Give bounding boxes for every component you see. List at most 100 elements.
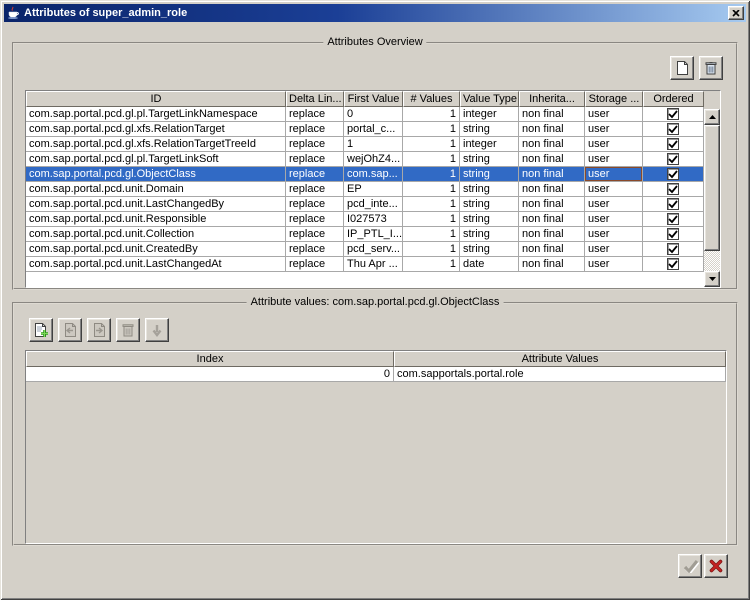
values-column-header-2[interactable]: Attribute Values: [394, 351, 726, 367]
cell-delta_link[interactable]: replace: [286, 137, 344, 152]
cell-delta_link[interactable]: replace: [286, 122, 344, 137]
cell-ordered[interactable]: [643, 197, 704, 212]
ordered-checkbox[interactable]: [667, 138, 679, 150]
ordered-checkbox[interactable]: [667, 183, 679, 195]
cell-ordered[interactable]: [643, 137, 704, 152]
ordered-checkbox[interactable]: [667, 108, 679, 120]
ordered-checkbox[interactable]: [667, 168, 679, 180]
column-header-5[interactable]: Value Type: [460, 91, 519, 107]
cell-inheritance[interactable]: non final: [519, 227, 585, 242]
column-header-4[interactable]: # Values: [403, 91, 460, 107]
cell-ordered[interactable]: [643, 167, 704, 182]
attribute-row[interactable]: com.sap.portal.pcd.gl.ObjectClassreplace…: [26, 167, 704, 182]
cell-num_values[interactable]: 1: [403, 182, 460, 197]
titlebar[interactable]: Attributes of super_admin_role: [4, 4, 746, 22]
cell-index[interactable]: 0: [26, 367, 394, 382]
cell-storage[interactable]: user: [585, 257, 643, 272]
cell-value_type[interactable]: string: [460, 152, 519, 167]
attribute-row[interactable]: com.sap.portal.pcd.gl.xfs.RelationTarget…: [26, 122, 704, 137]
move-value-down-button[interactable]: [145, 318, 169, 342]
cell-ordered[interactable]: [643, 257, 704, 272]
cell-delta_link[interactable]: replace: [286, 227, 344, 242]
delete-value-button[interactable]: [116, 318, 140, 342]
cell-id[interactable]: com.sap.portal.pcd.unit.Collection: [26, 227, 286, 242]
cell-id[interactable]: com.sap.portal.pcd.unit.CreatedBy: [26, 242, 286, 257]
cell-first_value[interactable]: Thu Apr ...: [344, 257, 403, 272]
cell-storage[interactable]: user: [585, 137, 643, 152]
cell-storage[interactable]: user: [585, 152, 643, 167]
cell-first_value[interactable]: pcd_inte...: [344, 197, 403, 212]
cell-storage[interactable]: user: [585, 227, 643, 242]
cell-first_value[interactable]: pcd_serv...: [344, 242, 403, 257]
cell-ordered[interactable]: [643, 212, 704, 227]
cell-delta_link[interactable]: replace: [286, 257, 344, 272]
cell-num_values[interactable]: 1: [403, 167, 460, 182]
column-header-8[interactable]: Ordered: [643, 91, 704, 107]
cell-inheritance[interactable]: non final: [519, 242, 585, 257]
attribute-row[interactable]: com.sap.portal.pcd.gl.pl.TargetLinkNames…: [26, 107, 704, 122]
delete-attribute-button[interactable]: [699, 56, 723, 80]
cell-inheritance[interactable]: non final: [519, 182, 585, 197]
cell-inheritance[interactable]: non final: [519, 167, 585, 182]
cell-inheritance[interactable]: non final: [519, 212, 585, 227]
cell-value_type[interactable]: date: [460, 257, 519, 272]
cell-num_values[interactable]: 1: [403, 212, 460, 227]
cell-id[interactable]: com.sap.portal.pcd.gl.pl.TargetLinkSoft: [26, 152, 286, 167]
cell-inheritance[interactable]: non final: [519, 122, 585, 137]
cell-first_value[interactable]: 1: [344, 137, 403, 152]
cell-first_value[interactable]: 0: [344, 107, 403, 122]
cancel-button[interactable]: [704, 554, 728, 578]
cell-num_values[interactable]: 1: [403, 137, 460, 152]
cell-delta_link[interactable]: replace: [286, 197, 344, 212]
scrollbar-down-button[interactable]: [704, 271, 720, 287]
attribute-row[interactable]: com.sap.portal.pcd.gl.xfs.RelationTarget…: [26, 137, 704, 152]
cell-num_values[interactable]: 1: [403, 152, 460, 167]
cell-id[interactable]: com.sap.portal.pcd.unit.LastChangedAt: [26, 257, 286, 272]
cell-ordered[interactable]: [643, 182, 704, 197]
cell-storage[interactable]: user: [585, 122, 643, 137]
value-import-button[interactable]: [58, 318, 82, 342]
attribute-row[interactable]: com.sap.portal.pcd.unit.CreatedByreplace…: [26, 242, 704, 257]
attribute-row[interactable]: com.sap.portal.pcd.unit.Collectionreplac…: [26, 227, 704, 242]
cell-value_type[interactable]: string: [460, 227, 519, 242]
ok-button[interactable]: [678, 554, 702, 578]
ordered-checkbox[interactable]: [667, 198, 679, 210]
cell-value_type[interactable]: string: [460, 197, 519, 212]
column-header-1[interactable]: ID: [26, 91, 286, 107]
cell-value_type[interactable]: string: [460, 182, 519, 197]
attribute-row[interactable]: com.sap.portal.pcd.unit.DomainreplaceEP1…: [26, 182, 704, 197]
new-attribute-button[interactable]: [670, 56, 694, 80]
cell-inheritance[interactable]: non final: [519, 152, 585, 167]
cell-delta_link[interactable]: replace: [286, 152, 344, 167]
cell-value_type[interactable]: string: [460, 242, 519, 257]
cell-delta_link[interactable]: replace: [286, 182, 344, 197]
cell-value_type[interactable]: integer: [460, 137, 519, 152]
cell-ordered[interactable]: [643, 122, 704, 137]
column-header-3[interactable]: First Value: [344, 91, 403, 107]
cell-first_value[interactable]: portal_c...: [344, 122, 403, 137]
cell-first_value[interactable]: com.sap...: [344, 167, 403, 182]
cell-num_values[interactable]: 1: [403, 107, 460, 122]
cell-storage[interactable]: user: [585, 182, 643, 197]
attribute-row[interactable]: com.sap.portal.pcd.unit.LastChangedByrep…: [26, 197, 704, 212]
scrollbar-up-button[interactable]: [704, 109, 720, 125]
add-value-button[interactable]: [29, 318, 53, 342]
cell-delta_link[interactable]: replace: [286, 242, 344, 257]
cell-storage[interactable]: user: [585, 242, 643, 257]
cell-id[interactable]: com.sap.portal.pcd.gl.xfs.RelationTarget…: [26, 137, 286, 152]
attribute-row[interactable]: com.sap.portal.pcd.gl.pl.TargetLinkSoftr…: [26, 152, 704, 167]
cell-value_type[interactable]: string: [460, 212, 519, 227]
column-header-2[interactable]: Delta Lin...: [286, 91, 344, 107]
cell-ordered[interactable]: [643, 227, 704, 242]
attribute-row[interactable]: com.sap.portal.pcd.unit.LastChangedAtrep…: [26, 257, 704, 272]
ordered-checkbox[interactable]: [667, 258, 679, 270]
cell-value_type[interactable]: integer: [460, 107, 519, 122]
cell-id[interactable]: com.sap.portal.pcd.gl.xfs.RelationTarget: [26, 122, 286, 137]
scrollbar-thumb[interactable]: [704, 125, 720, 251]
column-header-7[interactable]: Storage ...: [585, 91, 643, 107]
cell-storage[interactable]: user: [585, 167, 643, 182]
cell-ordered[interactable]: [643, 152, 704, 167]
cell-id[interactable]: com.sap.portal.pcd.gl.ObjectClass: [26, 167, 286, 182]
cell-num_values[interactable]: 1: [403, 197, 460, 212]
cell-storage[interactable]: user: [585, 107, 643, 122]
